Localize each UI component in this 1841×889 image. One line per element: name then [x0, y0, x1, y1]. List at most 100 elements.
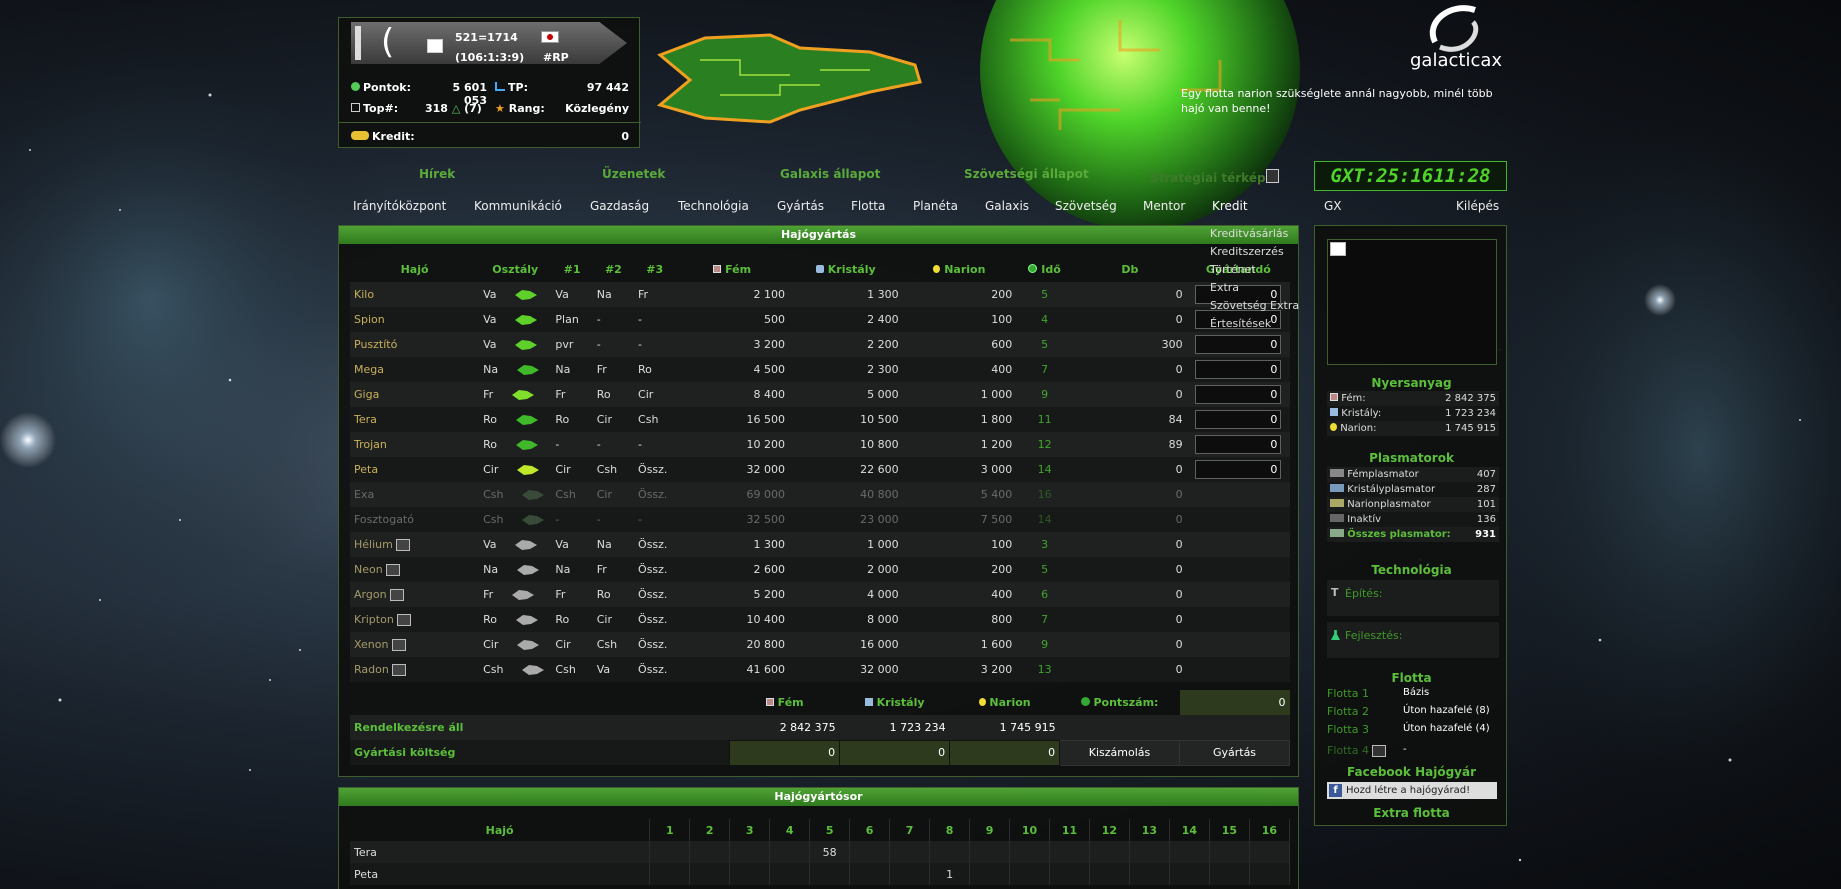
total-plasma-icon	[1330, 529, 1344, 537]
ship-name[interactable]: Pusztító	[354, 338, 397, 351]
ship-name[interactable]: Radon	[354, 663, 389, 676]
ship-target-2: Va	[592, 657, 635, 682]
crystal-icon-side	[1330, 408, 1338, 416]
ship-name[interactable]: Kilo	[354, 288, 374, 301]
nav-galaxis[interactable]: Galaxis	[985, 199, 1029, 213]
ship-quantity-input[interactable]	[1195, 435, 1282, 454]
nav-flotta[interactable]: Flotta	[851, 199, 885, 213]
ship-target-3: Össz.	[634, 557, 676, 582]
ship-row: Xenon Cir Cir Csh Össz. 20 800 16 000 1 600 9 0	[350, 632, 1290, 657]
col-time: Idő	[1041, 263, 1061, 276]
ship-name[interactable]: Trojan	[354, 438, 387, 451]
calculate-button[interactable]: Kiszámolás	[1059, 739, 1181, 766]
ship-class: Csh	[483, 513, 504, 526]
ship-name[interactable]: Hélium	[354, 538, 393, 551]
galacticax-logo[interactable]: galacticax	[1405, 0, 1515, 75]
subnav-uzenetek[interactable]: Üzenetek	[602, 167, 665, 181]
facebook-icon: f	[1329, 784, 1342, 797]
ship-target-3: Össz.	[634, 607, 676, 632]
queue-cell	[769, 841, 811, 863]
ship-quantity-input[interactable]	[1195, 335, 1282, 354]
facebook-button[interactable]: f Hozd létre a hajógyárad!	[1327, 782, 1497, 799]
queue-cell	[1249, 863, 1291, 885]
subnav-hirek[interactable]: Hírek	[419, 167, 455, 181]
queue-cell	[649, 863, 691, 885]
fleet-2-link[interactable]: Flotta 2	[1327, 705, 1369, 718]
tp-chart-icon	[495, 82, 505, 91]
nav-gazdasag[interactable]: Gazdaság	[590, 199, 649, 213]
queue-cell	[889, 863, 931, 885]
ship-quantity-input[interactable]	[1195, 385, 1282, 404]
ship-build-time: 3	[1016, 532, 1074, 557]
ship-row: Tera Ro Ro Cir Csh 16 500 10 500 1 800 11 84	[350, 407, 1290, 432]
ship-name[interactable]: Tera	[354, 413, 377, 426]
ship-target-1: Na	[551, 557, 593, 582]
plasma-narion-label: Narionplasmator	[1347, 499, 1431, 510]
ship-quantity-input[interactable]	[1195, 460, 1282, 479]
ship-name[interactable]: Neon	[354, 563, 383, 576]
ship-metal-cost: 69 000	[675, 482, 789, 507]
ship-name[interactable]: Kripton	[354, 613, 394, 626]
ship-name[interactable]: Peta	[354, 463, 378, 476]
ship-name[interactable]: Exa	[354, 488, 374, 501]
ship-target-3: Össz.	[634, 532, 676, 557]
produce-button[interactable]: Gyártás	[1179, 739, 1290, 766]
nav-gyartas[interactable]: Gyártás	[777, 199, 824, 213]
nav-iranyitokozpont[interactable]: Irányítóközpont	[353, 199, 446, 213]
fleet-3-link[interactable]: Flotta 3	[1327, 723, 1369, 736]
ship-target-3: Össz.	[634, 632, 676, 657]
credit-value: 0	[621, 130, 629, 143]
nav-szovetseg[interactable]: Szövetség	[1055, 199, 1117, 213]
ship-crystal-cost: 23 000	[788, 507, 903, 532]
ship-name[interactable]: Giga	[354, 388, 379, 401]
extra-fleet-title[interactable]: Extra flotta	[1315, 806, 1508, 820]
nav-technologia[interactable]: Technológia	[678, 199, 749, 213]
menu-szovetseg-extra[interactable]: Szövetség Extra	[1210, 299, 1330, 317]
menu-kreditvasarlas[interactable]: Kreditvásárlás	[1210, 227, 1330, 245]
fleet-4-link[interactable]: Flotta 4	[1327, 744, 1369, 757]
nav-gx[interactable]: GX	[1324, 199, 1342, 213]
menu-ertesitesek[interactable]: Értesítések	[1210, 317, 1330, 335]
nav-kilepes[interactable]: Kilépés	[1456, 199, 1499, 213]
nav-kredit[interactable]: Kredit	[1212, 199, 1248, 213]
res-narion-label: Narion:	[1340, 423, 1377, 434]
queue-tick-2: 2	[689, 819, 731, 841]
queue-cell	[1089, 863, 1130, 885]
resources-title: Nyersanyag	[1371, 376, 1452, 390]
ship-target-3: -	[634, 332, 676, 357]
subnav-galaxis-allapot[interactable]: Galaxis állapot	[780, 167, 880, 181]
ship-target-1: Fr	[551, 382, 593, 407]
production-title: Hajógyártás	[339, 226, 1298, 244]
ship-name[interactable]: Mega	[354, 363, 384, 376]
available-metal: 2 842 375	[729, 715, 840, 740]
ship-target-1: Csh	[551, 482, 593, 507]
ship-name[interactable]: Fosztogató	[354, 513, 414, 526]
menu-kreditszerzes[interactable]: Kreditszerzés	[1210, 245, 1330, 263]
nav-mentor[interactable]: Mentor	[1143, 199, 1185, 213]
alliance-tag[interactable]: #RP	[543, 51, 569, 64]
menu-tortenet[interactable]: Történet	[1210, 263, 1330, 281]
ship-target-2: Ro	[592, 382, 635, 407]
menu-extra[interactable]: Extra	[1210, 281, 1330, 299]
ship-metal-cost: 16 500	[675, 407, 789, 432]
ship-icon	[515, 440, 538, 450]
ship-name[interactable]: Argon	[354, 588, 387, 601]
totals-crystal-icon	[864, 698, 873, 706]
ship-name[interactable]: Xenon	[354, 638, 388, 651]
nav-planeta[interactable]: Planéta	[913, 199, 958, 213]
ship-target-2: Cir	[592, 482, 635, 507]
fleet-1-link[interactable]: Flotta 1	[1327, 687, 1369, 700]
subnav-strategiai-terkep[interactable]: Stratégiai térkép	[1150, 171, 1266, 185]
ship-narion-cost: 3 000	[902, 457, 1017, 482]
ship-target-3: Össz.	[634, 457, 676, 482]
ship-quantity-input[interactable]	[1195, 410, 1282, 429]
queue-cell	[1209, 863, 1250, 885]
ship-name[interactable]: Spion	[354, 313, 385, 326]
queue-tick-5: 5	[809, 819, 851, 841]
subnav-szovetsegi-allapot[interactable]: Szövetségi állapot	[964, 167, 1089, 181]
ship-icon	[511, 390, 534, 400]
ship-crystal-cost: 32 000	[788, 657, 903, 682]
ship-metal-cost: 32 000	[675, 457, 789, 482]
nav-kommunikacio[interactable]: Kommunikáció	[474, 199, 562, 213]
ship-quantity-input[interactable]	[1195, 360, 1282, 379]
